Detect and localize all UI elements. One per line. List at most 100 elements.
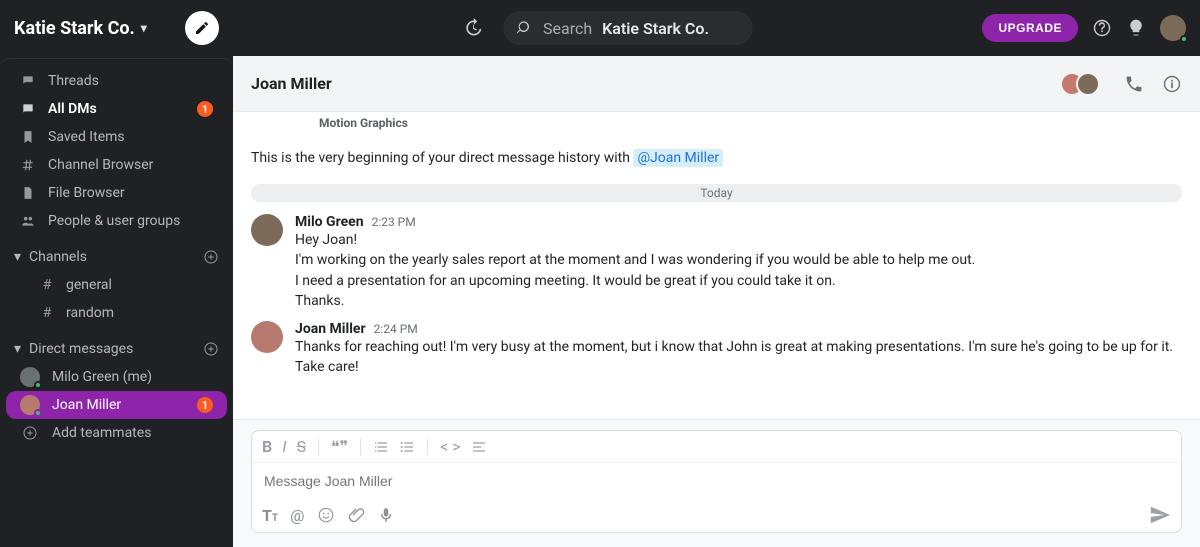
search-icon [517, 20, 533, 36]
channel-name: random [66, 305, 114, 321]
members-facepile[interactable] [1060, 72, 1100, 96]
dms-section-header[interactable]: ▾ Direct messages [0, 327, 233, 363]
codeblock-button[interactable] [471, 439, 487, 455]
avatar [1076, 72, 1100, 96]
pencil-icon [194, 20, 210, 36]
sidebar-item-label: Saved Items [48, 129, 125, 145]
dm-icon [20, 102, 36, 116]
unordered-list-button[interactable] [399, 439, 415, 455]
history-button[interactable] [463, 18, 483, 38]
activity-button[interactable] [1126, 18, 1146, 38]
message-time: 2:23 PM [372, 215, 416, 229]
channel-item-general[interactable]: # general [6, 271, 227, 299]
add-teammates-button[interactable]: Add teammates [6, 419, 227, 447]
mic-icon [377, 506, 395, 524]
unread-badge: 1 [197, 397, 213, 413]
section-label: Channels [29, 249, 87, 265]
sidebar-item-threads[interactable]: Threads [6, 67, 227, 95]
upgrade-button[interactable]: UPGRADE [982, 14, 1078, 42]
chevron-down-icon: ▾ [14, 341, 21, 357]
message-input[interactable] [264, 473, 1169, 489]
unread-badge: 1 [197, 101, 213, 117]
sidebar-item-label: Channel Browser [48, 157, 153, 173]
channels-icon [20, 158, 36, 172]
search-input[interactable]: Search Katie Stark Co. [503, 11, 753, 45]
send-button[interactable] [1149, 504, 1171, 526]
ol-icon [373, 439, 389, 455]
info-button[interactable] [1162, 74, 1182, 94]
search-prefix: Search [543, 19, 592, 38]
quote-button[interactable]: ❝❞ [331, 437, 348, 456]
presence-dot [34, 381, 42, 389]
message-scroll[interactable]: Motion Graphics This is the very beginni… [233, 112, 1200, 419]
channel-item-random[interactable]: # random [6, 299, 227, 327]
message-author: Milo Green [295, 214, 364, 230]
chevron-down-icon: ▾ [141, 21, 147, 35]
compose-button[interactable] [185, 11, 219, 45]
date-divider: Today [251, 184, 1182, 202]
self-avatar[interactable] [1160, 15, 1186, 41]
add-channel-button[interactable] [203, 249, 219, 265]
dm-name: Joan Miller [52, 397, 121, 413]
workspace-name: Katie Stark Co. [14, 18, 135, 39]
smile-icon [317, 506, 335, 524]
sidebar-item-label: People & user groups [48, 213, 180, 229]
codeblock-icon [471, 439, 487, 455]
dm-item-joan[interactable]: Joan Miller 1 [6, 391, 227, 419]
sidebar-item-all-dms[interactable]: All DMs 1 [6, 95, 227, 123]
emoji-button[interactable] [317, 506, 335, 524]
call-button[interactable] [1124, 74, 1144, 94]
attach-button[interactable] [347, 506, 365, 524]
format-toolbar: B I S ❝❞ < > [252, 431, 1181, 463]
composer: B I S ❝❞ < > TT @ [233, 419, 1200, 547]
ordered-list-button[interactable] [373, 439, 389, 455]
message-text: Hey Joan! I'm working on the yearly sale… [295, 230, 1182, 311]
conversation-header: Joan Miller [233, 56, 1200, 112]
sidebar-item-channel-browser[interactable]: Channel Browser [6, 151, 227, 179]
avatar [251, 321, 283, 353]
thread-icon [20, 74, 36, 88]
sidebar: Katie Stark Co. ▾ Threads All DMs 1 Save… [0, 0, 233, 547]
plus-icon [20, 425, 40, 441]
avatar [20, 395, 40, 415]
channels-section-header[interactable]: ▾ Channels [0, 235, 233, 271]
help-button[interactable] [1092, 18, 1112, 38]
paperclip-icon [347, 506, 365, 524]
intro-text: This is the very beginning of your direc… [251, 150, 1182, 166]
hash-icon: # [38, 277, 56, 293]
italic-button[interactable]: I [282, 437, 286, 456]
ul-icon [399, 439, 415, 455]
sidebar-item-label: Threads [48, 73, 99, 89]
lightbulb-icon [1126, 18, 1146, 38]
file-icon [20, 186, 36, 200]
phone-icon [1124, 74, 1144, 94]
strike-button[interactable]: S [296, 437, 306, 456]
bold-button[interactable]: B [262, 437, 272, 456]
message-author: Joan Miller [295, 321, 366, 337]
message: Joan Miller 2:24 PM Thanks for reaching … [251, 321, 1182, 378]
text-format-button[interactable]: TT [262, 506, 278, 525]
dm-item-milo[interactable]: Milo Green (me) [6, 363, 227, 391]
search-scope: Katie Stark Co. [602, 19, 709, 38]
add-dm-button[interactable] [203, 341, 219, 357]
sidebar-item-label: File Browser [48, 185, 125, 201]
avatar [20, 367, 40, 387]
mention-button[interactable]: @ [290, 506, 304, 525]
date-divider-label: Today [700, 186, 732, 200]
main: Search Katie Stark Co. UPGRADE Joan Mill… [233, 0, 1200, 547]
presence-dot [34, 409, 42, 417]
hash-icon: # [38, 305, 56, 321]
workspace-switcher[interactable]: Katie Stark Co. ▾ [0, 0, 233, 56]
sidebar-item-people[interactable]: People & user groups [6, 207, 227, 235]
message: Milo Green 2:23 PM Hey Joan! I'm working… [251, 214, 1182, 311]
sidebar-item-saved[interactable]: Saved Items [6, 123, 227, 151]
presence-dot [1180, 35, 1188, 43]
code-button[interactable]: < > [440, 437, 460, 456]
voice-button[interactable] [377, 506, 395, 524]
contact-role: Motion Graphics [319, 116, 1182, 130]
sidebar-item-label: All DMs [48, 101, 97, 117]
send-icon [1149, 504, 1171, 526]
message-time: 2:24 PM [374, 322, 418, 336]
mention-link[interactable]: @Joan Miller [633, 149, 723, 167]
sidebar-item-file-browser[interactable]: File Browser [6, 179, 227, 207]
